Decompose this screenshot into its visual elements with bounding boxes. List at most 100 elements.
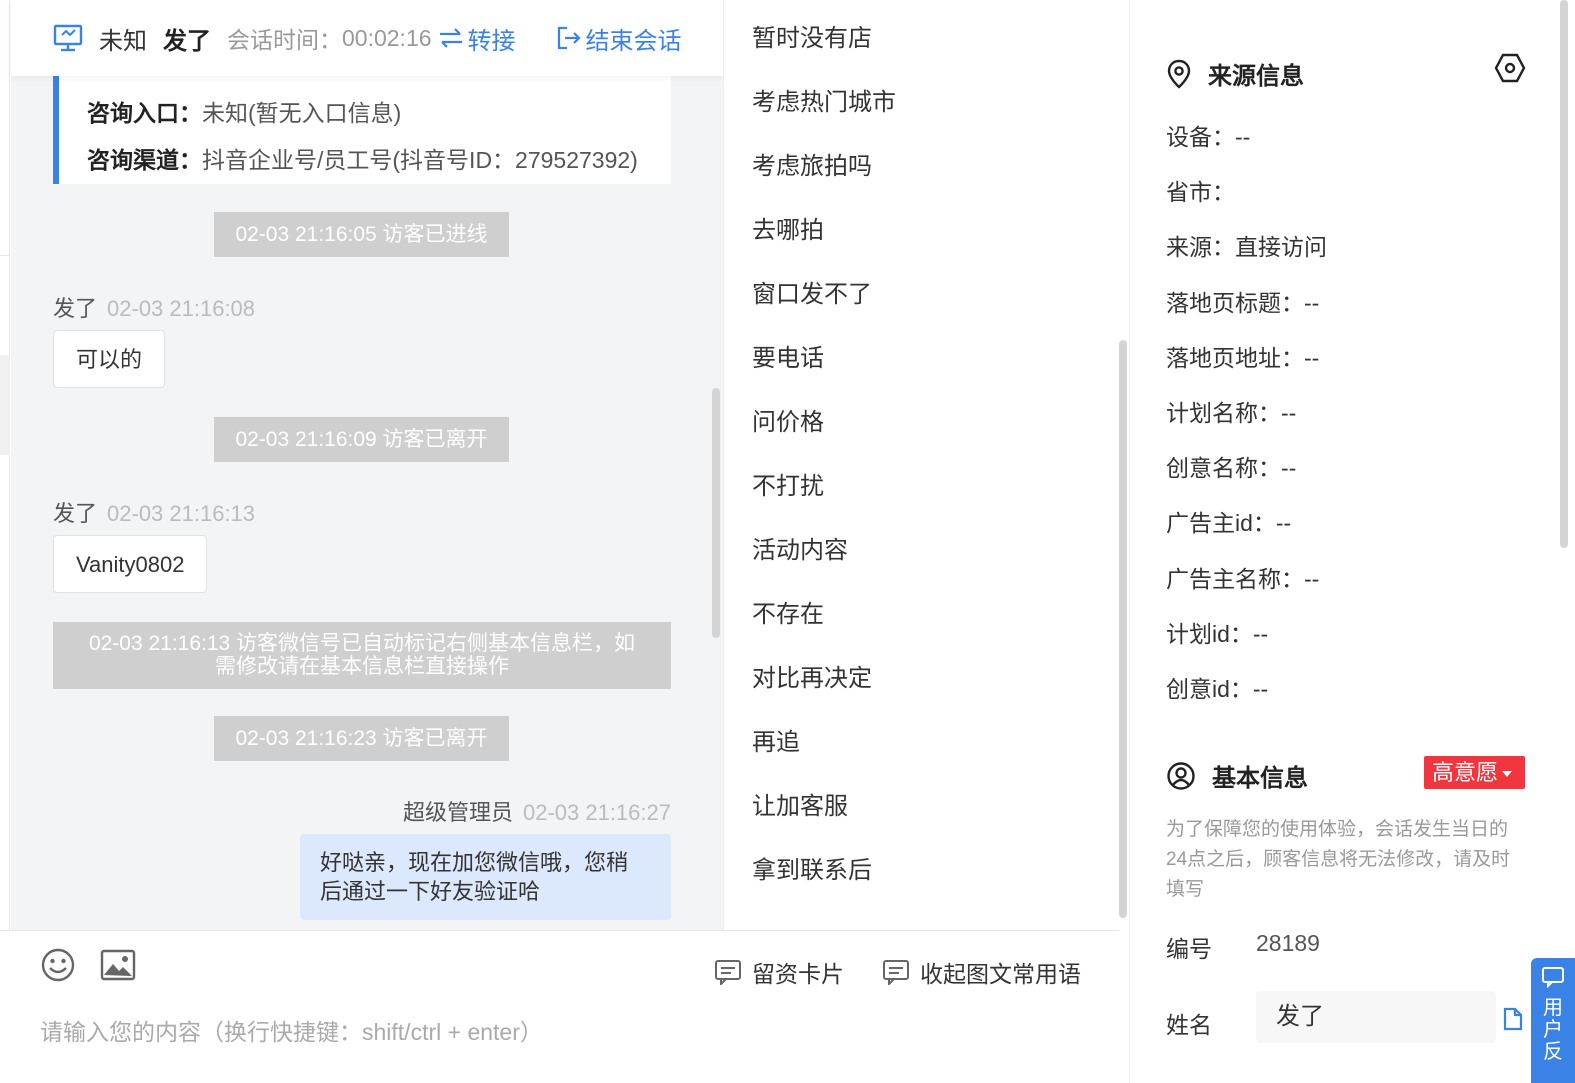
basic-section-title: 基本信息 bbox=[1166, 758, 1308, 793]
channel-key: 咨询渠道： bbox=[87, 147, 202, 173]
app-root: 咨询入口：未知(暂无入口信息) 咨询渠道：抖音企业号/员工号(抖音号ID：279… bbox=[0, 0, 1575, 1083]
caret-down-icon bbox=[1502, 771, 1513, 778]
source-row: 创意名称：-- bbox=[1166, 455, 1297, 482]
source-row: 广告主名称：-- bbox=[1166, 565, 1320, 592]
agent-line: 后通过一下好友验证哈 bbox=[320, 879, 541, 904]
transfer-icon bbox=[439, 28, 462, 48]
quick-phrase-item[interactable]: 再追 bbox=[752, 722, 800, 757]
phrase-scrollbar[interactable] bbox=[1119, 340, 1127, 918]
quick-phrase-item[interactable]: 活动内容 bbox=[752, 530, 848, 565]
quick-phrase-item[interactable]: 对比再决定 bbox=[752, 658, 872, 693]
basic-title: 基本信息 bbox=[1212, 765, 1308, 792]
message-meta: 发了 02-03 21:16:08 bbox=[53, 291, 255, 323]
system-message: 02-03 21:16:05 访客已进线 bbox=[214, 212, 509, 257]
system-line: 需修改请在基本信息栏直接操作 bbox=[215, 655, 509, 678]
message-input[interactable]: 请输入您的内容（换行快捷键：shift/ctrl + enter） bbox=[40, 1013, 543, 1047]
collapse-phrases-button[interactable]: 收起图文常用语 bbox=[882, 955, 1081, 989]
message-meta: 发了 02-03 21:16:13 bbox=[53, 496, 255, 528]
message-icon bbox=[883, 960, 909, 985]
copy-icon[interactable] bbox=[1500, 1006, 1524, 1032]
chat-icon bbox=[1542, 967, 1564, 989]
quick-phrase-item[interactable]: 拿到联系后 bbox=[752, 850, 872, 885]
chat-header: 未知 发了 会话时间： 00:02:16 转接 结束会话 bbox=[11, 0, 723, 76]
session-time: 00:02:16 bbox=[342, 24, 432, 51]
image-icon[interactable] bbox=[100, 947, 136, 983]
source-row: 计划名称：-- bbox=[1166, 400, 1297, 426]
monitor-icon bbox=[53, 24, 83, 52]
source-row: 来源：直接访问 bbox=[1166, 234, 1327, 261]
nav-highlight bbox=[0, 355, 10, 455]
message-list[interactable]: 咨询入口：未知(暂无入口信息) 咨询渠道：抖音企业号/员工号(抖音号ID：279… bbox=[11, 0, 723, 930]
quick-phrase-item[interactable]: 考虑旅拍吗 bbox=[752, 146, 872, 181]
end-session-button[interactable]: 结束会话 bbox=[556, 21, 682, 56]
chat-panel: 咨询入口：未知(暂无入口信息) 咨询渠道：抖音企业号/员工号(抖音号ID：279… bbox=[11, 0, 723, 1083]
agent-meta: 超级管理员 02-03 21:16:27 bbox=[403, 795, 671, 827]
emoji-icon[interactable] bbox=[40, 947, 76, 983]
agent-time: 02-03 21:16:27 bbox=[522, 800, 671, 825]
edit-notice: 为了保障您的使用体验，会话发生当日的24点之后，顾客信息将无法修改，请及时填写 bbox=[1166, 819, 1511, 900]
info-card-button[interactable]: 留资卡片 bbox=[714, 955, 844, 989]
visitor-bubble: Vanity0802 bbox=[53, 535, 208, 593]
system-message: 02-03 21:16:09 访客已离开 bbox=[214, 417, 509, 462]
divider bbox=[0, 255, 10, 256]
exit-icon bbox=[557, 26, 581, 50]
quick-phrase-item[interactable]: 不打扰 bbox=[752, 466, 824, 501]
settings-icon[interactable] bbox=[1494, 52, 1526, 84]
location-icon bbox=[1167, 59, 1191, 89]
source-section-title: 来源信息 bbox=[1166, 56, 1304, 91]
sender-name: 发了 bbox=[53, 296, 98, 321]
id-label: 编号 bbox=[1166, 936, 1212, 962]
user-circle-icon bbox=[1167, 761, 1195, 790]
message-time: 02-03 21:16:13 bbox=[107, 501, 256, 526]
info-card-label: 留资卡片 bbox=[752, 961, 844, 987]
end-session-label: 结束会话 bbox=[585, 27, 682, 55]
intent-dropdown[interactable]: 高意愿 bbox=[1424, 756, 1525, 789]
transfer-label: 转接 bbox=[467, 27, 516, 55]
channel-value: 抖音企业号/员工号(抖音号ID：279527392) bbox=[202, 147, 638, 173]
visitor-nickname: 发了 bbox=[163, 27, 211, 55]
source-row: 落地页地址：-- bbox=[1166, 344, 1320, 371]
left-nav-strip bbox=[0, 0, 10, 1083]
agent-line: 好哒亲，现在加您微信哦，您稍 bbox=[320, 850, 629, 875]
entry-info-card: 咨询入口：未知(暂无入口信息) 咨询渠道：抖音企业号/员工号(抖音号ID：279… bbox=[53, 76, 671, 184]
name-field[interactable]: 发了 bbox=[1256, 991, 1496, 1043]
quick-phrase-item[interactable]: 暂时没有店 bbox=[752, 18, 872, 53]
info-scrollbar[interactable] bbox=[1560, 0, 1568, 548]
quick-phrase-item[interactable]: 让加客服 bbox=[752, 786, 848, 821]
agent-name: 超级管理员 bbox=[402, 800, 513, 825]
quick-phrase-item[interactable]: 窗口发不了 bbox=[752, 274, 872, 309]
source-row: 设备：-- bbox=[1166, 124, 1251, 150]
system-message: 02-03 21:16:23 访客已离开 bbox=[214, 716, 509, 761]
collapse-phrases-label: 收起图文常用语 bbox=[920, 961, 1081, 987]
message-icon bbox=[715, 960, 741, 985]
session-time-label: 会话时间： bbox=[227, 27, 342, 53]
source-row: 省市： bbox=[1166, 179, 1235, 206]
visitor-info-panel: 来源信息 设备：-- 省市： 来源：直接访问 落地页标题：-- 落地页地址：-- 计划名称… bbox=[1129, 0, 1575, 1083]
source-row: 计划id：-- bbox=[1166, 620, 1269, 647]
intent-label: 高意愿 bbox=[1432, 760, 1499, 785]
feedback-label: 用户反 bbox=[1543, 997, 1563, 1063]
source-row: 创意id：-- bbox=[1166, 676, 1269, 702]
visitor-bubble: 可以的 bbox=[53, 330, 166, 388]
system-line: 02-03 21:16:13 访客微信号已自动标记右侧基本信息栏，如 bbox=[88, 632, 636, 655]
quick-phrase-panel: 暂时没有店考虑热门城市 考虑旅拍吗去哪拍窗口发不了要电话问价格不打扰活动内容不存在… bbox=[723, 0, 1129, 930]
system-message: 02-03 21:16:13 访客微信号已自动标记右侧基本信息栏，如 需修改请在… bbox=[53, 622, 671, 689]
name-label: 姓名 bbox=[1166, 1012, 1212, 1038]
chat-scrollbar[interactable] bbox=[712, 388, 720, 638]
entry-key: 咨询入口： bbox=[87, 100, 202, 126]
quick-phrase-item[interactable]: 要电话 bbox=[752, 338, 824, 373]
message-time: 02-03 21:16:08 bbox=[107, 296, 256, 321]
transfer-button[interactable]: 转接 bbox=[438, 21, 516, 56]
quick-phrase-item[interactable]: 问价格 bbox=[752, 402, 824, 437]
quick-phrase-item[interactable]: 去哪拍 bbox=[752, 210, 824, 245]
source-row: 广告主id：-- bbox=[1166, 510, 1292, 537]
visitor-name: 未知 bbox=[99, 27, 147, 55]
sender-name: 发了 bbox=[53, 501, 98, 526]
feedback-button[interactable]: 用户反 bbox=[1531, 958, 1575, 1083]
entry-value: 未知(暂无入口信息) bbox=[202, 100, 402, 126]
source-title: 来源信息 bbox=[1208, 63, 1304, 90]
id-value: 28189 bbox=[1256, 930, 1320, 956]
source-row: 落地页标题：-- bbox=[1166, 289, 1320, 316]
quick-phrase-item[interactable]: 考虑热门城市 bbox=[752, 82, 896, 117]
quick-phrase-item[interactable]: 不存在 bbox=[752, 594, 824, 629]
